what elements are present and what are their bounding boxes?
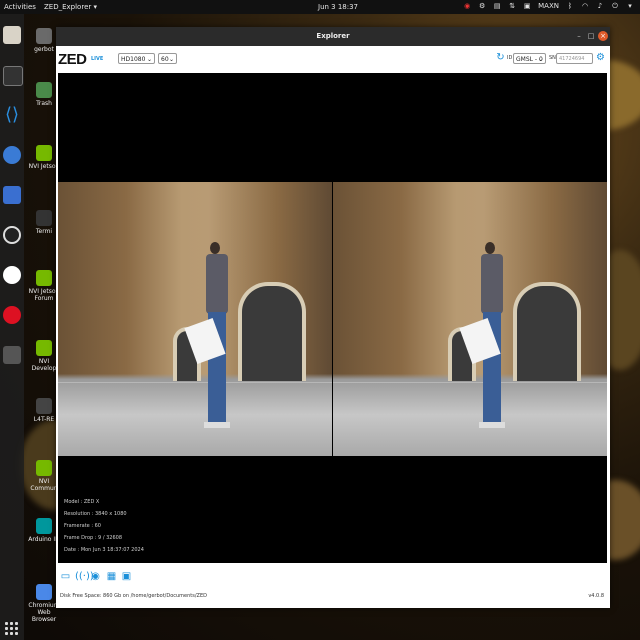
wifi-icon[interactable]: ◠ xyxy=(581,2,589,10)
power-mode-label[interactable]: MAXN xyxy=(538,2,559,10)
blank-app-icon[interactable] xyxy=(3,346,21,364)
minimize-icon[interactable]: – xyxy=(574,31,584,41)
sn-field[interactable]: 41724694 xyxy=(556,53,593,64)
arch xyxy=(238,282,306,381)
show-apps-icon[interactable] xyxy=(5,622,19,636)
desktop-app-icon xyxy=(36,270,52,286)
power-icon[interactable]: ⏻ xyxy=(611,2,619,10)
explorer-window: Explorer – □ × ZED LIVE HD1080 ⌄ 60 ⌄ ↻ ID… xyxy=(56,27,610,608)
floor-line xyxy=(58,382,332,383)
zed-logo: ZED xyxy=(58,51,87,68)
disk-space-label: Disk Free Space: 860 Gb on /home/gerbot/… xyxy=(60,593,207,599)
svo-icon[interactable]: ▦ xyxy=(106,571,117,582)
desktop-app-icon xyxy=(36,28,52,44)
desktop-app-icon xyxy=(36,518,52,534)
floor-line xyxy=(333,382,607,383)
nvidia-icon[interactable]: ◉ xyxy=(463,2,471,10)
chevron-down-icon: ⌄ xyxy=(146,56,152,63)
power-mode-icon[interactable]: ▣ xyxy=(523,2,531,10)
volume-icon[interactable]: ♪ xyxy=(596,2,604,10)
chevron-down-icon: ⌄ xyxy=(537,56,543,63)
version-label: v4.0.8 xyxy=(588,593,604,599)
system-tray[interactable]: ◉ ⚙ ▤ ⇅ ▣ MAXN ᛒ ◠ ♪ ⏻ ▾ xyxy=(463,2,634,10)
toolbar: ZED LIVE HD1080 ⌄ 60 ⌄ ↻ ID GMSL - 0 ⌄ SN 4… xyxy=(56,46,610,73)
info-date: Date : Mon Jun 3 18:37:07 2024 xyxy=(64,547,144,553)
info-frame-drop: Frame Drop : 9 / 32608 xyxy=(64,535,123,541)
person xyxy=(184,242,232,442)
obs-icon[interactable] xyxy=(3,226,21,244)
desktop-app-icon xyxy=(36,82,52,98)
stream-icon[interactable]: ((·)) xyxy=(75,571,94,582)
person xyxy=(459,242,507,442)
screenshot-icon[interactable] xyxy=(3,186,21,204)
info-resolution: Resolution : 3840 x 1080 xyxy=(64,511,127,517)
resolution-select[interactable]: HD1080 ⌄ xyxy=(118,53,155,64)
camera-viewport[interactable]: Model : ZED X Resolution : 3840 x 1080 F… xyxy=(58,73,607,563)
settings-icon[interactable]: ⚙ xyxy=(595,52,606,63)
chromium-icon[interactable] xyxy=(3,146,21,164)
files-icon[interactable] xyxy=(3,26,21,44)
desktop-app-icon xyxy=(36,398,52,414)
record-icon[interactable]: ◉ xyxy=(90,571,101,582)
chevron-down-icon[interactable]: ▾ xyxy=(626,2,634,10)
update-icon[interactable]: ⚙ xyxy=(478,2,486,10)
desktop-app-icon xyxy=(36,145,52,161)
folder-icon[interactable]: ▭ xyxy=(60,571,71,582)
fps-value: 60 xyxy=(161,56,169,63)
clipboard-icon[interactable]: ▤ xyxy=(493,2,501,10)
chevron-down-icon: ⌄ xyxy=(168,56,174,63)
terminal-icon[interactable] xyxy=(3,66,23,86)
clock[interactable]: Jun 3 18:37 xyxy=(318,3,358,11)
camera-icon[interactable]: ▣ xyxy=(121,571,132,582)
activities-button[interactable]: Activities xyxy=(4,3,36,11)
app-menu[interactable]: ZED_Explorer ▾ xyxy=(44,3,97,11)
live-badge: LIVE xyxy=(91,56,104,62)
software-icon[interactable] xyxy=(3,266,21,284)
desktop-app-icon xyxy=(36,340,52,356)
camera-id-select[interactable]: GMSL - 0 ⌄ xyxy=(513,53,546,64)
sn-label: SN xyxy=(549,55,556,61)
desktop-app-icon xyxy=(36,584,52,600)
refresh-icon[interactable]: ↻ xyxy=(495,52,506,63)
error-icon[interactable] xyxy=(3,306,21,324)
info-model: Model : ZED X xyxy=(64,499,100,505)
system-top-bar: Activities ZED_Explorer ▾ Jun 3 18:37 ◉ … xyxy=(0,0,640,14)
resolution-value: HD1080 xyxy=(121,56,146,63)
vscode-icon[interactable]: ⟨⟩ xyxy=(3,106,21,124)
window-title: Explorer xyxy=(316,32,350,40)
arch xyxy=(513,282,581,381)
desktop-app-icon xyxy=(36,460,52,476)
dock: ⟨⟩ xyxy=(0,14,24,640)
desktop-app-icon xyxy=(36,210,52,226)
bluetooth-icon[interactable]: ᛒ xyxy=(566,2,574,10)
id-label: ID xyxy=(507,55,513,61)
maximize-icon[interactable]: □ xyxy=(586,31,596,41)
right-camera-frame xyxy=(333,182,607,456)
bottom-bar: ▭ ((·)) ◉ ▦ ▣ Disk Free Space: 860 Gb on… xyxy=(56,563,610,608)
left-camera-frame xyxy=(58,182,332,456)
fps-select[interactable]: 60 ⌄ xyxy=(158,53,177,64)
close-icon[interactable]: × xyxy=(598,31,608,41)
network-icon[interactable]: ⇅ xyxy=(508,2,516,10)
info-framerate: Framerate : 60 xyxy=(64,523,101,529)
window-titlebar[interactable]: Explorer – □ × xyxy=(56,27,610,46)
